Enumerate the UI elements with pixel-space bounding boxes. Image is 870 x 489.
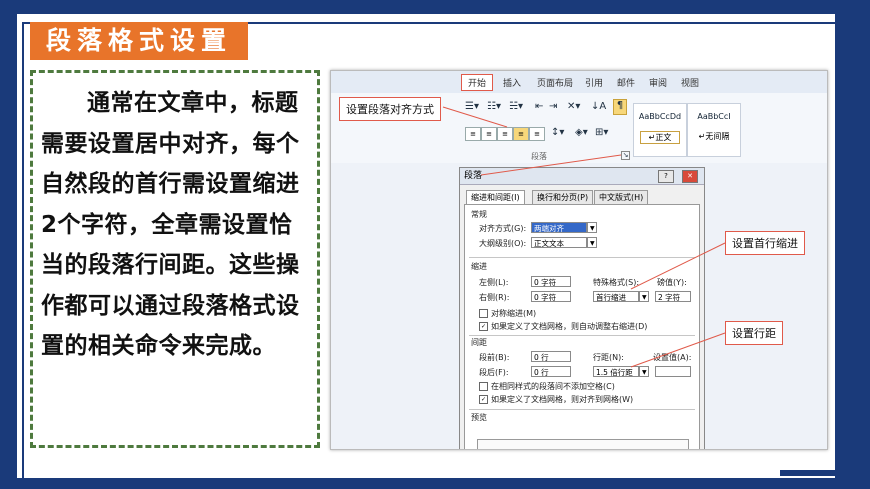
- word-screenshot: 开始 插入 页面布局 引用 邮件 审阅 视图 ☰▾ ☷▾ ☵▾ ⇤ ⇥ ✕▾ ↓…: [330, 70, 828, 450]
- align-arrow: [442, 106, 508, 128]
- callout-arrows: [442, 106, 726, 368]
- spacing-arrow: [630, 332, 726, 368]
- corner-decoration-top: [838, 40, 844, 100]
- corner-decoration-bottom: [780, 470, 840, 476]
- launcher-arrow: [480, 154, 622, 176]
- indent-arrow: [630, 242, 726, 290]
- body-text: 通常在文章中，标题需要设置居中对齐，每个自然段的首行需设置缩进2个字符，全章需设…: [41, 90, 300, 359]
- slide-title: 段落格式设置: [30, 22, 248, 60]
- body-text-box: 通常在文章中，标题需要设置居中对齐，每个自然段的首行需设置缩进2个字符，全章需设…: [30, 70, 320, 448]
